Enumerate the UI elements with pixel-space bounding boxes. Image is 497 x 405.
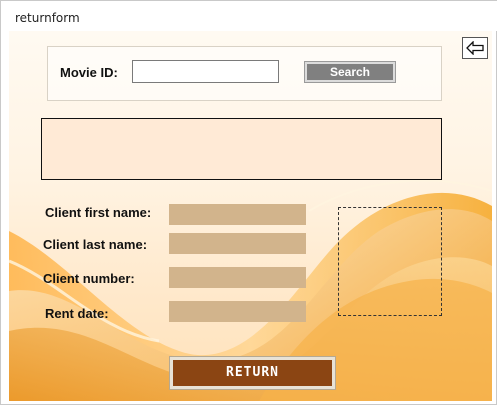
client-first-name-label: Client first name:: [45, 205, 152, 220]
movie-id-label: Movie ID:: [60, 65, 118, 80]
movie-info-box: [41, 118, 442, 180]
movie-id-input[interactable]: [132, 60, 279, 83]
arrow-left-icon: [466, 41, 484, 55]
search-button-label: Search: [307, 64, 393, 80]
search-panel: Movie ID: Search: [47, 46, 442, 101]
movie-picture-box: [338, 207, 442, 316]
form-client-area: Movie ID: Search Client first name: Clie…: [9, 31, 492, 401]
client-last-name-value: [169, 233, 306, 254]
return-button-label: RETURN: [173, 360, 332, 386]
window-title: returnform: [15, 11, 80, 25]
search-button[interactable]: Search: [304, 61, 396, 83]
title-bar: returnform: [1, 1, 497, 31]
client-number-value: [169, 267, 306, 288]
client-number-label: Client number:: [43, 271, 135, 286]
client-first-name-value: [169, 204, 306, 225]
return-button[interactable]: RETURN: [169, 356, 336, 390]
rent-date-label: Rent date:: [45, 306, 109, 321]
return-form-window: returnform Movie ID: Search Client first…: [0, 0, 497, 405]
back-button[interactable]: [462, 37, 488, 59]
rent-date-value: [169, 301, 306, 322]
client-last-name-label: Client last name:: [43, 237, 148, 252]
